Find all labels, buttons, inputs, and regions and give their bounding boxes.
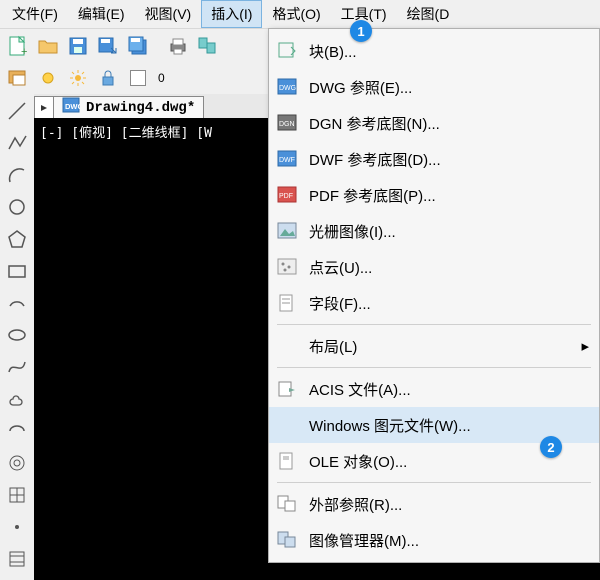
- svg-text:+: +: [21, 46, 27, 57]
- menu-separator: [277, 367, 591, 368]
- revcloud-tool[interactable]: [4, 386, 30, 412]
- print-preview-button[interactable]: [194, 32, 222, 60]
- arc-tool[interactable]: [4, 162, 30, 188]
- menu-draw[interactable]: 绘图(D: [397, 0, 460, 28]
- light-icon[interactable]: [34, 64, 62, 92]
- callout-badge-2: 2: [540, 436, 562, 458]
- image-manager-icon: [275, 528, 299, 552]
- document-tab[interactable]: DWG Drawing4.dwg*: [53, 96, 204, 118]
- arc3-tool[interactable]: [4, 290, 30, 316]
- menu-separator: [277, 324, 591, 325]
- menu-item-point-cloud[interactable]: 点云(U)...: [269, 249, 599, 285]
- menu-edit[interactable]: 编辑(E): [68, 0, 135, 28]
- menu-item-xref[interactable]: 外部参照(R)...: [269, 486, 599, 522]
- layer-button[interactable]: [4, 64, 32, 92]
- polyline-tool[interactable]: [4, 130, 30, 156]
- point-cloud-icon: [275, 255, 299, 279]
- menu-item-layout[interactable]: 布局(L) ▸: [269, 328, 599, 364]
- document-tab-title: Drawing4.dwg*: [86, 100, 195, 116]
- polygon-tool[interactable]: [4, 226, 30, 252]
- menu-item-raster-image[interactable]: 光栅图像(I)...: [269, 213, 599, 249]
- ellipse-arc-tool[interactable]: [4, 418, 30, 444]
- point-tool[interactable]: [4, 514, 30, 540]
- layer-index: 0: [154, 71, 165, 85]
- ellipse-tool[interactable]: [4, 322, 30, 348]
- block-icon: [275, 39, 299, 63]
- submenu-blank-icon: [275, 334, 299, 358]
- circle-tool[interactable]: [4, 194, 30, 220]
- svg-text:DWG: DWG: [65, 102, 80, 111]
- dwf-icon: DWF: [275, 147, 299, 171]
- menu-separator: [277, 482, 591, 483]
- menu-item-label: DWG 参照(E)...: [309, 77, 412, 98]
- dwg-file-icon: DWG: [62, 97, 80, 118]
- hatch-tool[interactable]: [4, 546, 30, 572]
- menu-item-dgn-underlay[interactable]: DGN DGN 参考底图(N)...: [269, 105, 599, 141]
- insert-dropdown-menu: 块(B)... DWG DWG 参照(E)... DGN DGN 参考底图(N)…: [268, 28, 600, 563]
- acis-icon: [275, 377, 299, 401]
- tab-collapse-toggle[interactable]: [34, 96, 54, 118]
- menu-item-label: Windows 图元文件(W)...: [309, 415, 471, 436]
- svg-text:DWG: DWG: [279, 85, 296, 92]
- left-draw-toolbar: [0, 94, 34, 580]
- menu-item-label: DWF 参考底图(D)...: [309, 149, 441, 170]
- menubar: 文件(F) 编辑(E) 视图(V) 插入(I) 格式(O) 工具(T) 绘图(D: [0, 0, 600, 28]
- menu-item-label: 字段(F)...: [309, 293, 371, 314]
- menu-item-label: 布局(L): [309, 336, 357, 357]
- menu-insert[interactable]: 插入(I): [201, 0, 262, 28]
- menu-item-label: 图像管理器(M)...: [309, 530, 419, 551]
- menu-item-label: 外部参照(R)...: [309, 494, 402, 515]
- dgn-icon: DGN: [275, 111, 299, 135]
- menu-item-label: OLE 对象(O)...: [309, 451, 407, 472]
- svg-text:DGN: DGN: [279, 121, 295, 128]
- print-button[interactable]: [164, 32, 192, 60]
- menu-item-field[interactable]: 字段(F)...: [269, 285, 599, 321]
- menu-item-dwf-underlay[interactable]: DWF DWF 参考底图(D)...: [269, 141, 599, 177]
- block-tool[interactable]: [4, 482, 30, 508]
- menu-item-label: 块(B)...: [309, 41, 357, 62]
- save-as-button[interactable]: [94, 32, 122, 60]
- menu-view[interactable]: 视图(V): [135, 0, 202, 28]
- submenu-arrow-icon: ▸: [581, 337, 589, 355]
- menu-item-label: DGN 参考底图(N)...: [309, 113, 440, 134]
- svg-text:PDF: PDF: [279, 193, 293, 200]
- svg-text:DWF: DWF: [279, 157, 295, 164]
- new-file-button[interactable]: +: [4, 32, 32, 60]
- menu-item-acis[interactable]: ACIS 文件(A)...: [269, 371, 599, 407]
- viewport-status-text: [-] [俯视] [二维线框] [W: [40, 126, 212, 141]
- callout-badge-1: 1: [350, 20, 372, 42]
- wmf-blank-icon: [275, 413, 299, 437]
- menu-item-label: ACIS 文件(A)...: [309, 379, 411, 400]
- menu-item-label: PDF 参考底图(P)...: [309, 185, 436, 206]
- menu-file[interactable]: 文件(F): [2, 0, 68, 28]
- image-icon: [275, 219, 299, 243]
- open-folder-button[interactable]: [34, 32, 62, 60]
- menu-item-dwg-ref[interactable]: DWG DWG 参照(E)...: [269, 69, 599, 105]
- pdf-icon: PDF: [275, 183, 299, 207]
- sun-icon[interactable]: [64, 64, 92, 92]
- ole-icon: [275, 449, 299, 473]
- lock-icon[interactable]: [94, 64, 122, 92]
- menu-format[interactable]: 格式(O): [262, 0, 330, 28]
- spline-tool[interactable]: [4, 354, 30, 380]
- color-swatch[interactable]: [124, 64, 152, 92]
- menu-item-label: 光栅图像(I)...: [309, 221, 396, 242]
- line-tool[interactable]: [4, 98, 30, 124]
- menu-item-block[interactable]: 块(B)...: [269, 33, 599, 69]
- donut-tool[interactable]: [4, 450, 30, 476]
- xref-icon: [275, 492, 299, 516]
- field-icon: [275, 291, 299, 315]
- menu-item-image-manager[interactable]: 图像管理器(M)...: [269, 522, 599, 558]
- menu-item-label: 点云(U)...: [309, 257, 372, 278]
- dwg-icon: DWG: [275, 75, 299, 99]
- rectangle-tool[interactable]: [4, 258, 30, 284]
- save-button[interactable]: [64, 32, 92, 60]
- save-all-button[interactable]: [124, 32, 152, 60]
- menu-item-pdf-underlay[interactable]: PDF PDF 参考底图(P)...: [269, 177, 599, 213]
